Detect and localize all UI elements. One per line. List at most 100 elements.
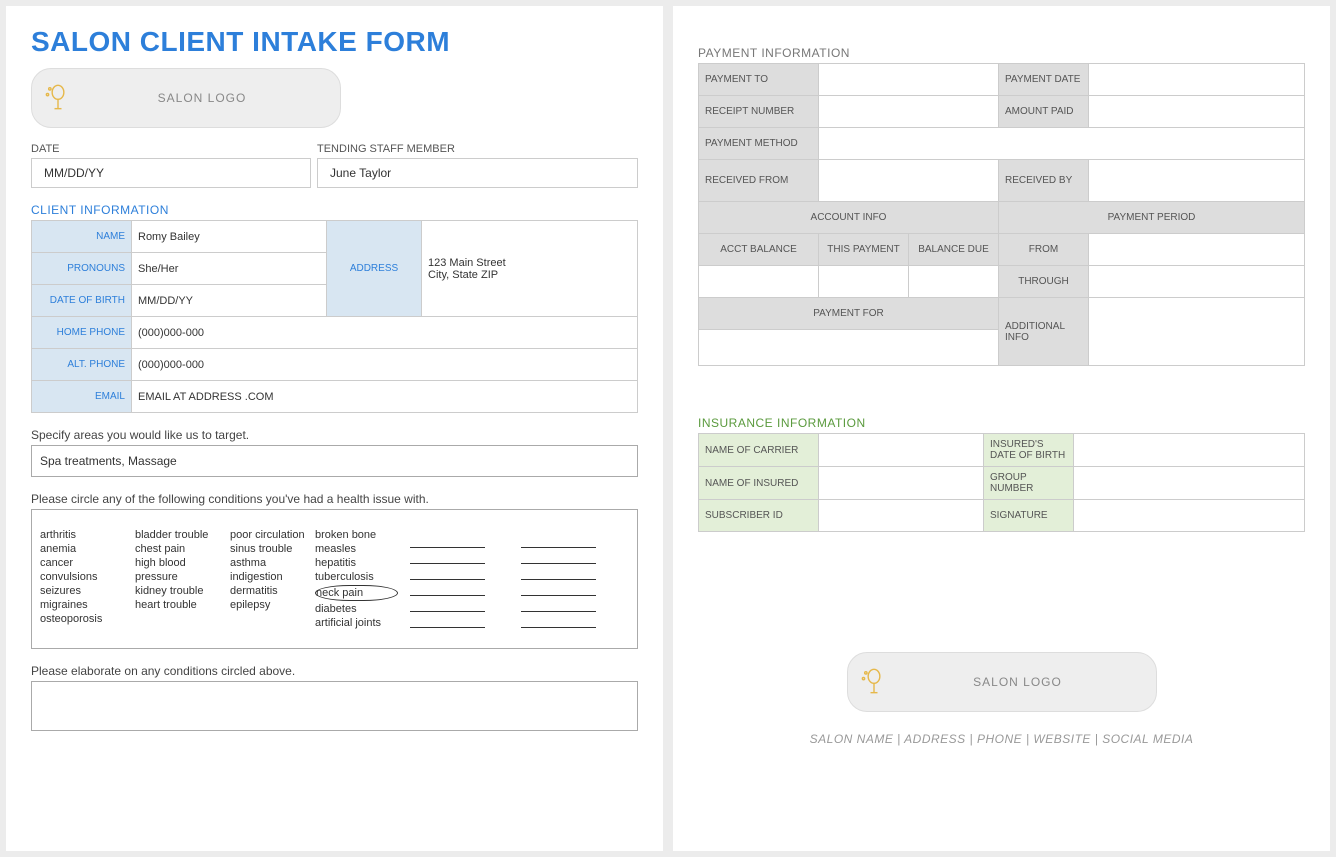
group-value[interactable] [1074, 467, 1305, 500]
receipt-value[interactable] [819, 96, 999, 128]
logo-label-footer: SALON LOGO [890, 675, 1146, 689]
conditions-label: Please circle any of the following condi… [31, 492, 638, 506]
condition-item[interactable]: cancer [40, 556, 123, 570]
insured-label: NAME OF INSURED [699, 467, 819, 500]
period-through-value[interactable] [1089, 266, 1305, 298]
staff-label: TENDING STAFF MEMBER [317, 143, 638, 155]
condition-item[interactable]: epilepsy [230, 598, 303, 612]
payment-to-label: PAYMENT TO [699, 64, 819, 96]
condition-item[interactable]: hepatitis [315, 556, 398, 570]
insured-value[interactable] [819, 467, 984, 500]
mirror-icon [42, 83, 74, 114]
client-info-header: CLIENT INFORMATION [31, 203, 638, 217]
condition-item[interactable]: arthritis [40, 528, 123, 542]
logo-label: SALON LOGO [74, 91, 330, 105]
date-field[interactable]: MM/DD/YY [31, 158, 311, 188]
condition-item[interactable]: neck pain [315, 584, 398, 602]
condition-item[interactable]: sinus trouble [230, 542, 303, 556]
dob-label: DATE OF BIRTH [32, 285, 132, 317]
insurance-header: INSURANCE INFORMATION [698, 416, 1305, 430]
condition-item[interactable]: convulsions [40, 570, 123, 584]
cond-col-2: bladder troublechest painhigh bloodpress… [129, 528, 224, 630]
period-from-label: FROM [999, 234, 1089, 266]
condition-item[interactable]: dermatitis [230, 584, 303, 598]
this-payment-label: THIS PAYMENT [819, 234, 909, 266]
condition-item[interactable]: poor circulation [230, 528, 303, 542]
carrier-label: NAME OF CARRIER [699, 434, 819, 467]
cond-col-3: poor circulationsinus troubleasthmaindig… [224, 528, 309, 630]
condition-item[interactable]: pressure [135, 570, 218, 584]
condition-item[interactable]: kidney trouble [135, 584, 218, 598]
email-label: EMAIL [32, 381, 132, 413]
received-by-value[interactable] [1089, 160, 1305, 202]
conditions-box: arthritisanemiacancerconvulsionsseizures… [31, 509, 638, 649]
page-2: PAYMENT INFORMATION PAYMENT TO PAYMENT D… [673, 6, 1330, 851]
home-phone-value[interactable]: (000)000-000 [132, 317, 638, 349]
receipt-label: RECEIPT NUMBER [699, 96, 819, 128]
condition-item[interactable]: indigestion [230, 570, 303, 584]
subscriber-label: SUBSCRIBER ID [699, 500, 819, 532]
address-value[interactable]: 123 Main Street City, State ZIP [422, 221, 638, 317]
payment-date-value[interactable] [1089, 64, 1305, 96]
signature-label: SIGNATURE [984, 500, 1074, 532]
method-label: PAYMENT METHOD [699, 128, 819, 160]
footer-text: SALON NAME | ADDRESS | PHONE | WEBSITE |… [698, 732, 1305, 746]
condition-item[interactable]: heart trouble [135, 598, 218, 612]
address-label: ADDRESS [327, 221, 422, 317]
elab-label: Please elaborate on any conditions circl… [31, 664, 638, 678]
condition-item[interactable]: tuberculosis [315, 570, 398, 584]
method-value[interactable] [819, 128, 1305, 160]
condition-item[interactable]: diabetes [315, 602, 398, 616]
received-from-label: RECEIVED FROM [699, 160, 819, 202]
mirror-icon [858, 667, 890, 698]
target-label: Specify areas you would like us to targe… [31, 428, 638, 442]
subscriber-value[interactable] [819, 500, 984, 532]
target-box[interactable]: Spa treatments, Massage [31, 445, 638, 477]
condition-item[interactable]: measles [315, 542, 398, 556]
this-payment-value[interactable] [819, 266, 909, 298]
payment-table: PAYMENT TO PAYMENT DATE RECEIPT NUMBER A… [698, 63, 1305, 366]
period-from-value[interactable] [1089, 234, 1305, 266]
name-label: NAME [32, 221, 132, 253]
pronouns-value[interactable]: She/Her [132, 253, 327, 285]
signature-value[interactable] [1074, 500, 1305, 532]
amount-value[interactable] [1089, 96, 1305, 128]
email-value[interactable]: EMAIL AT ADDRESS .COM [132, 381, 638, 413]
additional-info-value[interactable] [1089, 298, 1305, 366]
carrier-value[interactable] [819, 434, 984, 467]
payment-period-header: PAYMENT PERIOD [999, 202, 1305, 234]
insured-dob-value[interactable] [1074, 434, 1305, 467]
balance-due-label: BALANCE DUE [909, 234, 999, 266]
condition-item[interactable]: asthma [230, 556, 303, 570]
condition-item[interactable]: high blood [135, 556, 218, 570]
write-col-1 [404, 528, 485, 630]
group-label: GROUP NUMBER [984, 467, 1074, 500]
staff-field[interactable]: June Taylor [317, 158, 638, 188]
received-by-label: RECEIVED BY [999, 160, 1089, 202]
condition-item[interactable]: bladder trouble [135, 528, 218, 542]
logo-placeholder-footer: SALON LOGO [847, 652, 1157, 712]
alt-phone-value[interactable]: (000)000-000 [132, 349, 638, 381]
condition-item[interactable]: chest pain [135, 542, 218, 556]
additional-info-label: ADDITIONAL INFO [999, 298, 1089, 366]
condition-item[interactable]: migraines [40, 598, 123, 612]
write-col-2 [515, 528, 596, 630]
condition-item[interactable]: seizures [40, 584, 123, 598]
dob-value[interactable]: MM/DD/YY [132, 285, 327, 317]
received-from-value[interactable] [819, 160, 999, 202]
payment-for-label: PAYMENT FOR [699, 298, 999, 330]
payment-to-value[interactable] [819, 64, 999, 96]
logo-placeholder: SALON LOGO [31, 68, 341, 128]
insured-dob-label: INSURED'S DATE OF BIRTH [984, 434, 1074, 467]
condition-item[interactable]: osteoporosis [40, 612, 123, 626]
balance-due-value[interactable] [909, 266, 999, 298]
acct-bal-value[interactable] [699, 266, 819, 298]
condition-item[interactable]: artificial joints [315, 616, 398, 630]
period-through-label: THROUGH [999, 266, 1089, 298]
elab-box[interactable] [31, 681, 638, 731]
pronouns-label: PRONOUNS [32, 253, 132, 285]
condition-item[interactable]: broken bone [315, 528, 398, 542]
payment-for-value[interactable] [699, 330, 999, 366]
condition-item[interactable]: anemia [40, 542, 123, 556]
name-value[interactable]: Romy Bailey [132, 221, 327, 253]
